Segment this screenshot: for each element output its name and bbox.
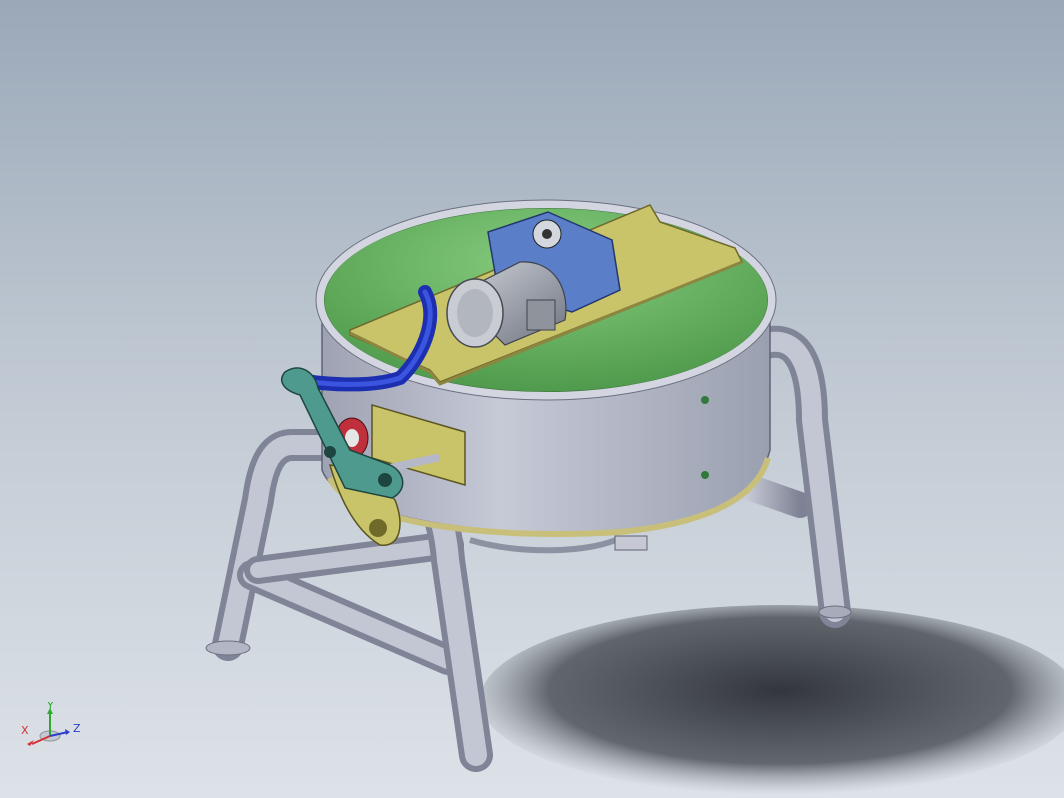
view-orientation-triad[interactable]: X Y Z <box>20 702 86 754</box>
foot-pad <box>205 640 251 656</box>
bottom-fittings <box>469 535 648 554</box>
triad-y-label: Y <box>46 702 54 712</box>
mount-hole <box>701 396 709 404</box>
cad-model-view[interactable] <box>0 0 1064 798</box>
triad-z-label: Z <box>73 722 81 735</box>
mount-hole <box>701 471 709 479</box>
floor-shadow <box>480 605 1064 795</box>
triad-x-label: X <box>21 724 29 737</box>
terminal-box <box>526 299 556 331</box>
graphics-viewport[interactable]: X Y Z <box>0 0 1064 798</box>
